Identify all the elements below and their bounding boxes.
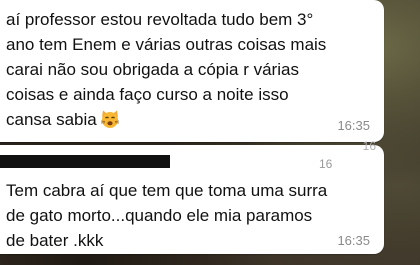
message-bubble-incoming[interactable]: 16 16 Tem cabra aí que tem que toma uma … xyxy=(0,139,384,254)
message-bubble-incoming[interactable]: aí professor estou revoltada tudo bem 3°… xyxy=(0,0,384,142)
quoted-timestamp: 16 xyxy=(319,157,333,171)
message-text: aí professor estou revoltada tudo bem 3°… xyxy=(6,10,327,129)
message-text: Tem cabra aí que tem que toma uma surra … xyxy=(6,181,328,250)
clipped-timestamp: 16 xyxy=(362,139,376,153)
redacted-sender-name xyxy=(0,155,170,168)
weary-cat-face-icon xyxy=(100,110,119,128)
message-timestamp: 16:35 xyxy=(337,233,370,248)
message-timestamp: 16:35 xyxy=(337,118,370,133)
